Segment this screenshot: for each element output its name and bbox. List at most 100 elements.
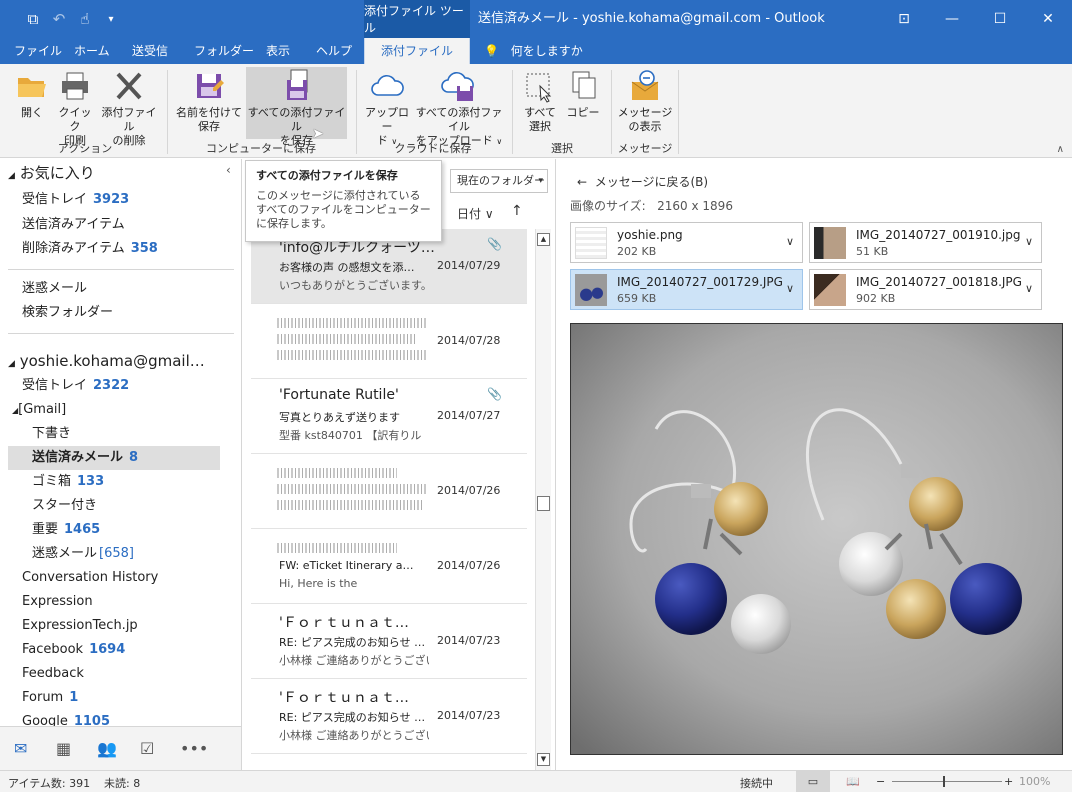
tell-me-search[interactable]: 💡 何をしますか [484, 38, 583, 64]
attachment-size: 659 KB [617, 292, 657, 305]
calendar-icon[interactable]: ▦ [56, 739, 71, 758]
list-item[interactable]: 'Ｆｏｒｔｕｎａｔ… RE: ピアス完成のお知らせ … 2014/07/23 小… [251, 679, 527, 754]
folder-facebook[interactable]: Facebook 1694 [22, 638, 125, 662]
more-icon[interactable]: ••• [180, 739, 208, 758]
expand-icon: ◢ [8, 359, 15, 369]
tab-view[interactable]: 表示 [266, 38, 290, 64]
tasks-icon[interactable]: ☑ [140, 739, 154, 758]
scroll-thumb[interactable] [537, 496, 550, 511]
image-preview[interactable] [570, 323, 1063, 755]
ribbon-display-options-icon[interactable]: ⊡ [880, 0, 928, 38]
message-preview: 小林様 ご連絡ありがとうござい [279, 654, 429, 667]
collapse-ribbon-icon[interactable]: ∧ [1057, 144, 1064, 155]
folder-starred[interactable]: スター付き [32, 494, 97, 518]
paperclip-icon: 📎 [487, 387, 502, 401]
show-message-button[interactable]: メッセージ の表示 [617, 68, 673, 134]
tab-help[interactable]: ヘルプ [316, 38, 352, 64]
customize-qat-icon[interactable]: ▾ [98, 6, 124, 32]
scroll-up-icon[interactable]: ▲ [537, 233, 550, 246]
back-to-message-link[interactable]: ← メッセージに戻る(B) [577, 173, 708, 190]
folder-important[interactable]: 重要 1465 [32, 518, 100, 542]
open-button[interactable]: 開く [12, 68, 52, 120]
tab-attachments[interactable]: 添付ファイル [364, 38, 470, 64]
list-item[interactable]: 'Ｆｏｒｔｕｎａｔ… RE: ピアス完成のお知らせ … 2014/07/23 小… [251, 604, 527, 679]
folder-label: 送信済みアイテム [22, 217, 125, 232]
copy-button[interactable]: コピー [563, 68, 603, 120]
zoom-slider[interactable] [892, 781, 1002, 782]
message-subject: お客様の声 の感想文を添… [279, 261, 415, 274]
tab-file[interactable]: ファイル [14, 38, 62, 64]
list-item[interactable]: 'Fortunate Rutile' 📎 写真とりあえず送ります 2014/07… [251, 379, 527, 454]
send-receive-icon[interactable]: ⧉ [20, 6, 46, 32]
folder-feedback[interactable]: Feedback [22, 662, 84, 686]
folder-fav-inbox[interactable]: 受信トレイ 3923 [22, 188, 129, 212]
select-all-button[interactable]: すべて 選択 [520, 68, 560, 134]
zoom-level[interactable]: 100% [1019, 775, 1050, 788]
folder-conversation-history[interactable]: Conversation History [22, 566, 158, 590]
chevron-down-icon[interactable]: ∨ [786, 235, 794, 248]
scroll-down-icon[interactable]: ▼ [537, 753, 550, 766]
attachment-item[interactable]: yoshie.png 202 KB ∨ [570, 222, 803, 263]
list-item[interactable]: FW: eTicket Itinerary a… 2014/07/26 Hi, … [251, 529, 527, 604]
collapse-pane-icon[interactable]: ‹ [226, 163, 231, 177]
touch-mode-icon[interactable]: ☝ [72, 6, 98, 32]
sort-by-date[interactable]: 日付 ∨ [457, 205, 494, 222]
reading-view-icon[interactable]: 📖 [846, 775, 860, 788]
minimize-button[interactable]: — [928, 0, 976, 38]
zoom-in-icon[interactable]: + [1004, 775, 1013, 788]
folder-label: 削除済みアイテム [22, 241, 125, 256]
save-all-icon [279, 68, 315, 104]
chevron-down-icon[interactable]: ∨ [1025, 282, 1033, 295]
zoom-out-icon[interactable]: − [876, 775, 885, 788]
upload-button[interactable]: アップロー ド ∨ [362, 68, 412, 149]
attachment-item[interactable]: IMG_20140727_001910.jpg 51 KB ∨ [809, 222, 1042, 263]
attachment-item[interactable]: IMG_20140727_001818.JPG 902 KB ∨ [809, 269, 1042, 310]
message-preview: Hi, Here is the [279, 577, 358, 590]
folder-expressiontech[interactable]: ExpressionTech.jp [22, 614, 138, 638]
folder-sent[interactable]: 送信済みメール 8 [8, 446, 220, 470]
favorites-header[interactable]: ◢ お気に入り [8, 161, 95, 185]
remove-attachment-button[interactable]: 添付ファイル の削除 [98, 68, 160, 148]
folder-search[interactable]: 検索フォルダー [22, 301, 113, 325]
account-label: yoshie.kohama@gmail… [19, 352, 205, 370]
mail-icon[interactable]: ✉ [14, 739, 27, 758]
folder-spam[interactable]: 迷惑メール [658] [32, 542, 134, 566]
folder-junk[interactable]: 迷惑メール [22, 277, 87, 301]
quick-print-button[interactable]: クイック 印刷 [55, 68, 95, 148]
folder-trash[interactable]: ゴミ箱 133 [32, 470, 104, 494]
printer-icon [57, 68, 93, 104]
search-scope-dropdown[interactable]: 現在のフォルダー ▾ [450, 169, 548, 193]
chevron-down-icon[interactable]: ∨ [786, 282, 794, 295]
save-as-button[interactable]: 名前を付けて 保存 [175, 68, 243, 134]
folder-fav-deleted[interactable]: 削除済みアイテム 358 [22, 237, 158, 261]
normal-view-icon[interactable]: ▭ [796, 771, 830, 792]
folder-google[interactable]: Google 1105 [22, 710, 110, 726]
maximize-button[interactable]: ☐ [976, 0, 1024, 38]
zoom-slider-thumb[interactable] [943, 776, 945, 787]
close-button[interactable]: ✕ [1024, 0, 1072, 38]
folder-label: 送信済みメール [32, 450, 124, 465]
account-header[interactable]: ◢ yoshie.kohama@gmail… [8, 349, 205, 373]
redacted-text [277, 500, 422, 510]
chevron-down-icon[interactable]: ∨ [1025, 235, 1033, 248]
tab-home[interactable]: ホーム [74, 38, 110, 64]
folder-expression[interactable]: Expression [22, 590, 93, 614]
tab-folder[interactable]: フォルダー [194, 38, 254, 64]
folder-fav-sent[interactable]: 送信済みアイテム [22, 213, 125, 237]
upload-all-button[interactable]: すべての添付ファイル をアップロード ∨ [414, 68, 504, 149]
folder-inbox[interactable]: 受信トレイ 2322 [22, 374, 129, 398]
group-divider [512, 70, 513, 154]
attachment-item[interactable]: IMG_20140727_001729.JPG 659 KB ∨ [570, 269, 803, 310]
undo-icon[interactable]: ↶ [46, 6, 72, 32]
remove-x-icon [111, 68, 147, 104]
tab-send-receive[interactable]: 送受信 [132, 38, 168, 64]
save-all-attachments-button[interactable]: すべての添付ファイル を保存 [246, 67, 347, 147]
list-item[interactable]: 2014/07/28 [251, 304, 527, 379]
people-icon[interactable]: 👥 [97, 739, 117, 758]
folder-gmail[interactable]: ◢[Gmail] [12, 398, 66, 422]
folder-drafts[interactable]: 下書き [32, 422, 71, 446]
sort-direction-icon[interactable]: ↑ [511, 203, 523, 219]
list-item[interactable]: 2014/07/26 [251, 454, 527, 529]
message-list-scrollbar[interactable]: ▲ ▼ [535, 229, 551, 770]
folder-forum[interactable]: Forum 1 [22, 686, 78, 710]
